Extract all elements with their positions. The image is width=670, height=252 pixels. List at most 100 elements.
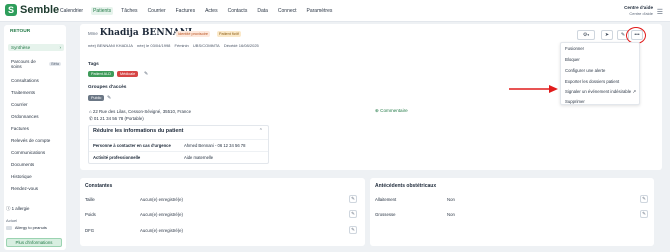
sidebar-item-releves[interactable]: Relevés de compte (8, 137, 64, 144)
sidebar-item-rendez-vous[interactable]: Rendez-vous (8, 185, 64, 192)
sidebar-item-courrier[interactable]: Courrier (8, 101, 64, 108)
patient-civility: Mme (88, 31, 98, 36)
detail-row: Personne à contacter en cas d'urgence Ah… (89, 139, 268, 151)
allergy-count-label: 1 allergie (11, 206, 30, 211)
edit-icon: ✎ (351, 196, 355, 201)
sidebar-item-communications[interactable]: Communications (8, 149, 64, 156)
constantes-title: Constantes (85, 183, 113, 189)
sidebar-item-label: Synthèse (11, 45, 31, 50)
constante-value: Aucun(e) enregistré(e) (140, 228, 183, 233)
nav-actes[interactable]: Actes (203, 7, 220, 15)
nav-taches[interactable]: Tâches (119, 7, 139, 15)
tags-title: Tags (88, 62, 99, 67)
help-centre-sub: Centre d'aide (629, 11, 653, 16)
settings-dropdown-button[interactable]: ⚙▾ (577, 30, 595, 40)
nav-contacts[interactable]: Contacts (226, 7, 250, 15)
sidebar-item-label: Parcours de soins (11, 59, 36, 69)
identity-sex: Féminin (174, 43, 189, 48)
sidebar-item-synthese[interactable]: Synthèse › (8, 44, 64, 51)
obstetric-value: Non (447, 197, 455, 202)
constante-label: Taille (85, 197, 95, 202)
help-centre-title: Centre d'aide (624, 5, 653, 10)
fictional-patient-badge: Patient fictif (217, 31, 241, 37)
obstetric-title: Antécédents obstétricaux (375, 183, 437, 189)
patient-address-text: 22 Rue des Lilas, Cesson-Sévigné, 35510,… (92, 109, 192, 114)
add-comment-link[interactable]: ⊕ Commentaire (375, 108, 408, 114)
tag-medicale[interactable]: Médicale (117, 71, 139, 77)
obstetric-value: Non (447, 212, 455, 217)
logo-text: Semble (20, 4, 60, 16)
group-public[interactable]: Public (88, 95, 105, 101)
menu-item-report-adverse-event[interactable]: Signaler un événement indésirable ↗ (565, 89, 636, 95)
nav-factures[interactable]: Factures (174, 7, 197, 15)
patient-phone: ✆ 01 21 34 56 78 (Portable) (89, 116, 144, 122)
menu-item-label: Signaler un événement indésirable (565, 89, 632, 94)
nav-parametres[interactable]: Paramètres (305, 7, 335, 15)
send-button[interactable]: ➤ (601, 30, 613, 40)
detail-value: Aide maternelle (184, 155, 214, 160)
edit-icon: ✎ (642, 211, 646, 216)
menu-item-block[interactable]: Bloquer (565, 57, 580, 62)
app-logo[interactable]: S Semble (5, 4, 59, 16)
detail-row: Activité professionnelle Aide maternelle (89, 151, 268, 163)
help-centre[interactable]: Centre d'aide Centre d'aide (624, 5, 653, 16)
edit-allaitement-button[interactable]: ✎ (640, 195, 648, 203)
chevron-right-icon: › (59, 45, 61, 50)
edit-groups-icon[interactable]: ✎ (107, 95, 111, 101)
patient-sidebar: RETOUR Synthèse › Parcours de soins Bêta… (4, 25, 66, 250)
tag-patient-ald[interactable]: Patient ALD (88, 71, 115, 77)
sidebar-item-consultations[interactable]: Consultations (8, 77, 64, 84)
reduce-info-toggle[interactable]: Réduire les informations du patient (93, 128, 183, 134)
constante-value: Aucun(e) enregistré(e) (140, 197, 183, 202)
nav-data[interactable]: Data (255, 7, 270, 15)
plus-circle-icon: ⊕ (375, 108, 379, 113)
constante-value: Aucun(e) enregistré(e) (140, 212, 183, 217)
nav-courrier[interactable]: Courrier (146, 7, 168, 15)
obstetric-label: Allaitement (375, 197, 397, 202)
menu-item-export[interactable]: Exporter les dossiers patient (565, 79, 619, 84)
patient-address: ⌂ 22 Rue des Lilas, Cesson-Sévigné, 3551… (89, 109, 191, 114)
edit-dfg-button[interactable]: ✎ (349, 226, 357, 234)
sidebar-item-documents[interactable]: Documents (8, 161, 64, 168)
detail-key: Personne à contacter en cas d'urgence (93, 143, 171, 148)
provisional-identity-badge: Identité provisoire (176, 31, 210, 37)
edit-tags-icon[interactable]: ✎ (144, 71, 148, 77)
chevron-down-icon: ▾ (587, 33, 590, 37)
info-icon: ⓘ (6, 206, 11, 211)
constantes-card: Constantes Taille Aucun(e) enregistré(e)… (80, 178, 365, 246)
menu-icon[interactable]: ☰ (657, 8, 663, 16)
sidebar-item-parcours[interactable]: Parcours de soins Bêta (8, 58, 64, 70)
comment-label: Commentaire (380, 108, 408, 113)
sidebar-item-traitements[interactable]: Traitements (8, 89, 64, 96)
sidebar-item-ordonnances[interactable]: Ordonnances (8, 113, 64, 120)
chevron-up-icon[interactable]: ⌃ (259, 128, 263, 134)
external-link-icon: ↗ (632, 89, 636, 94)
edit-poids-button[interactable]: ✎ (349, 210, 357, 218)
sidebar-item-factures[interactable]: Factures (8, 125, 64, 132)
home-icon: ⌂ (89, 109, 92, 114)
nav-patients[interactable]: Patients (91, 7, 114, 15)
menu-item-merge[interactable]: Fusionner (565, 46, 584, 51)
menu-item-alert[interactable]: Configurer une alerte (565, 68, 605, 73)
back-link[interactable]: RETOUR (10, 29, 30, 34)
edit-icon: ✎ (620, 32, 626, 38)
menu-item-delete[interactable]: Supprimer (565, 99, 585, 104)
obstetric-label: Grossesse (375, 212, 396, 217)
send-icon: ➤ (604, 32, 610, 38)
nav-calendrier[interactable]: Calendrier (58, 7, 85, 15)
patient-phone-text: 01 21 34 56 78 (Portable) (93, 116, 144, 121)
edit-grossesse-button[interactable]: ✎ (640, 210, 648, 218)
allergy-icon (6, 225, 12, 230)
nav-connect[interactable]: Connect (276, 7, 299, 15)
allergy-count[interactable]: ⓘ 1 allergie (6, 206, 29, 212)
constante-label: Poids (85, 212, 96, 217)
edit-taille-button[interactable]: ✎ (349, 195, 357, 203)
more-actions-menu: Fusionner Bloquer Configurer une alerte … (560, 42, 640, 105)
allergy-item: Allergy to peanuts (6, 225, 47, 230)
main-nav: Calendrier Patients Tâches Courrier Fact… (58, 7, 340, 15)
sidebar-item-historique[interactable]: Historique (8, 173, 64, 180)
patient-identity-line: née) BENNANI KHADIJA née) le 03/04/1998 … (88, 43, 262, 48)
more-info-button[interactable]: Plus d'informations (6, 238, 62, 247)
access-groups-title: Groupes d'accès (88, 85, 127, 90)
phone-icon: ✆ (89, 116, 93, 121)
